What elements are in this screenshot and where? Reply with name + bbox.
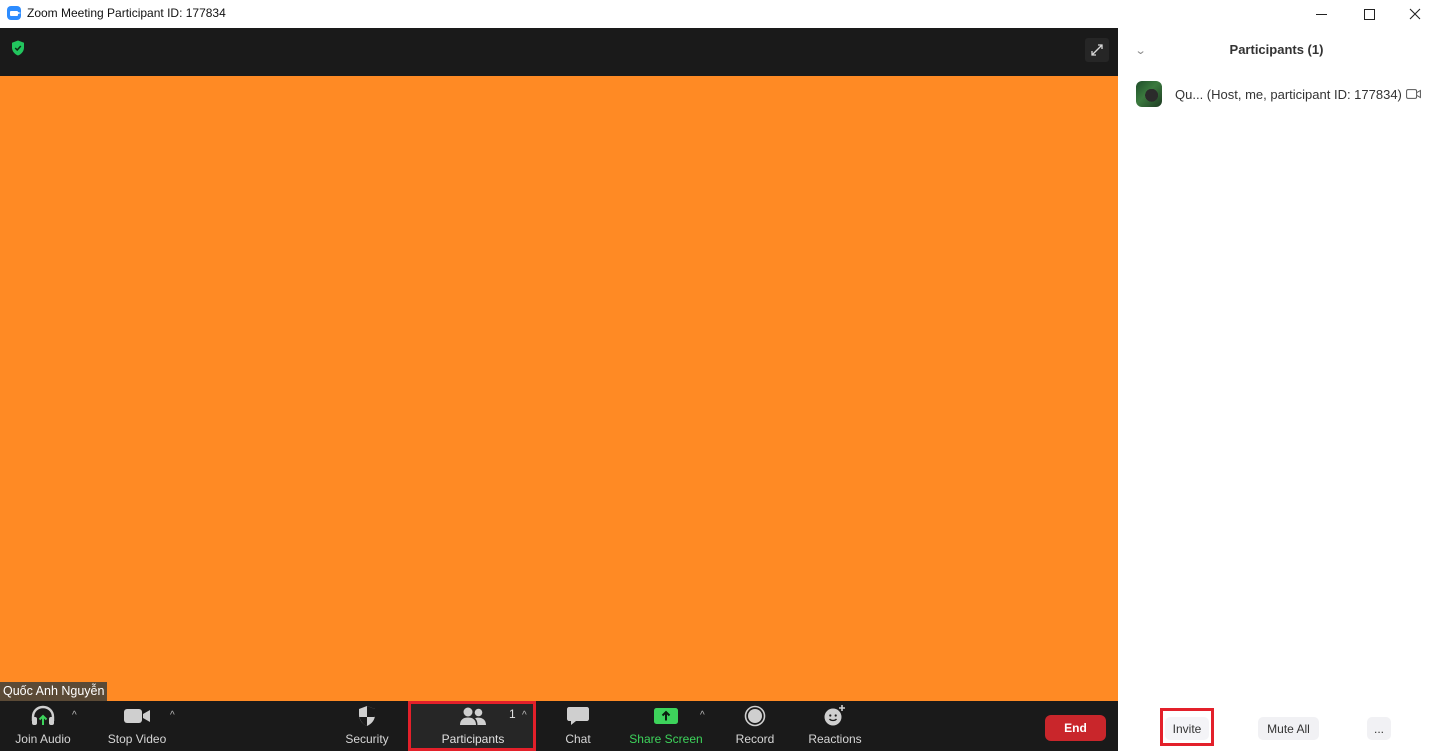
window-title: Zoom Meeting Participant ID: 177834 [27,6,226,20]
video-top-bar [0,28,1118,76]
minimize-icon [1315,13,1327,15]
participant-row[interactable]: Qu... (Host, me, participant ID: 177834) [1118,80,1435,108]
meeting-toolbar: Join Audio ^ Stop Video ^ Security 1 Par… [0,701,1118,751]
join-audio-label: Join Audio [15,732,71,746]
participant-details: (Host, me, participant ID: 177834) [1203,87,1402,102]
participants-panel: ⌄ Participants (1) Qu... (Host, me, part… [1118,28,1435,751]
smiley-plus-icon [824,705,845,726]
headphones-icon [31,705,55,725]
record-button[interactable]: Record [731,701,779,751]
close-icon [1409,8,1421,20]
meeting-video-area: Quốc Anh Nguyễn [0,28,1118,701]
video-camera-icon [124,709,150,723]
panel-title: Participants (1) [1229,42,1324,57]
chat-bubble-icon [567,707,589,725]
end-meeting-button[interactable]: End [1045,715,1106,741]
share-screen-icon [654,708,678,724]
video-options-caret[interactable]: ^ [170,710,175,721]
mute-all-button[interactable]: Mute All [1258,717,1319,740]
close-button[interactable] [1392,0,1435,28]
maximize-button[interactable] [1346,0,1392,28]
video-feed: Quốc Anh Nguyễn [0,76,1118,701]
zoom-app-icon [7,6,21,20]
encryption-shield-icon[interactable] [11,40,25,56]
fullscreen-button[interactable] [1085,38,1109,62]
share-screen-label: Share Screen [629,732,703,746]
participants-button[interactable]: 1 Participants [438,701,516,751]
more-options-button[interactable]: ... [1367,717,1391,740]
audio-options-caret[interactable]: ^ [72,710,77,721]
participants-label: Participants [441,732,505,746]
people-icon [460,707,486,725]
participant-name-tag: Quốc Anh Nguyễn [0,682,108,701]
invite-button[interactable]: Invite [1165,717,1209,740]
share-options-caret[interactable]: ^ [700,710,705,721]
reactions-button[interactable]: Reactions [805,701,865,751]
chat-button[interactable]: Chat [556,701,600,751]
security-button[interactable]: Security [337,701,397,751]
video-off-icon[interactable] [1406,89,1421,99]
chat-label: Chat [565,732,591,746]
participant-short-name: Qu... [1175,87,1204,102]
maximize-icon [1363,8,1375,20]
stop-video-label: Stop Video [107,732,167,746]
title-bar: Zoom Meeting Participant ID: 177834 [0,0,1435,28]
shield-icon [359,706,375,726]
avatar [1136,81,1162,107]
participant-name: Qu... (Host, me, participant ID: 177834) [1175,87,1402,102]
expand-arrows-icon [1091,44,1103,56]
stop-video-button[interactable]: Stop Video [104,701,170,751]
reactions-label: Reactions [808,732,862,746]
record-label: Record [735,732,775,746]
participant-count-badge: 1 [509,707,516,721]
record-circle-icon [744,705,766,727]
minimize-button[interactable] [1298,0,1344,28]
security-label: Security [345,732,389,746]
panel-footer: Invite Mute All ... [1118,708,1435,751]
share-screen-button[interactable]: Share Screen [626,701,706,751]
participants-options-caret[interactable]: ^ [522,710,527,721]
join-audio-button[interactable]: Join Audio [10,701,76,751]
